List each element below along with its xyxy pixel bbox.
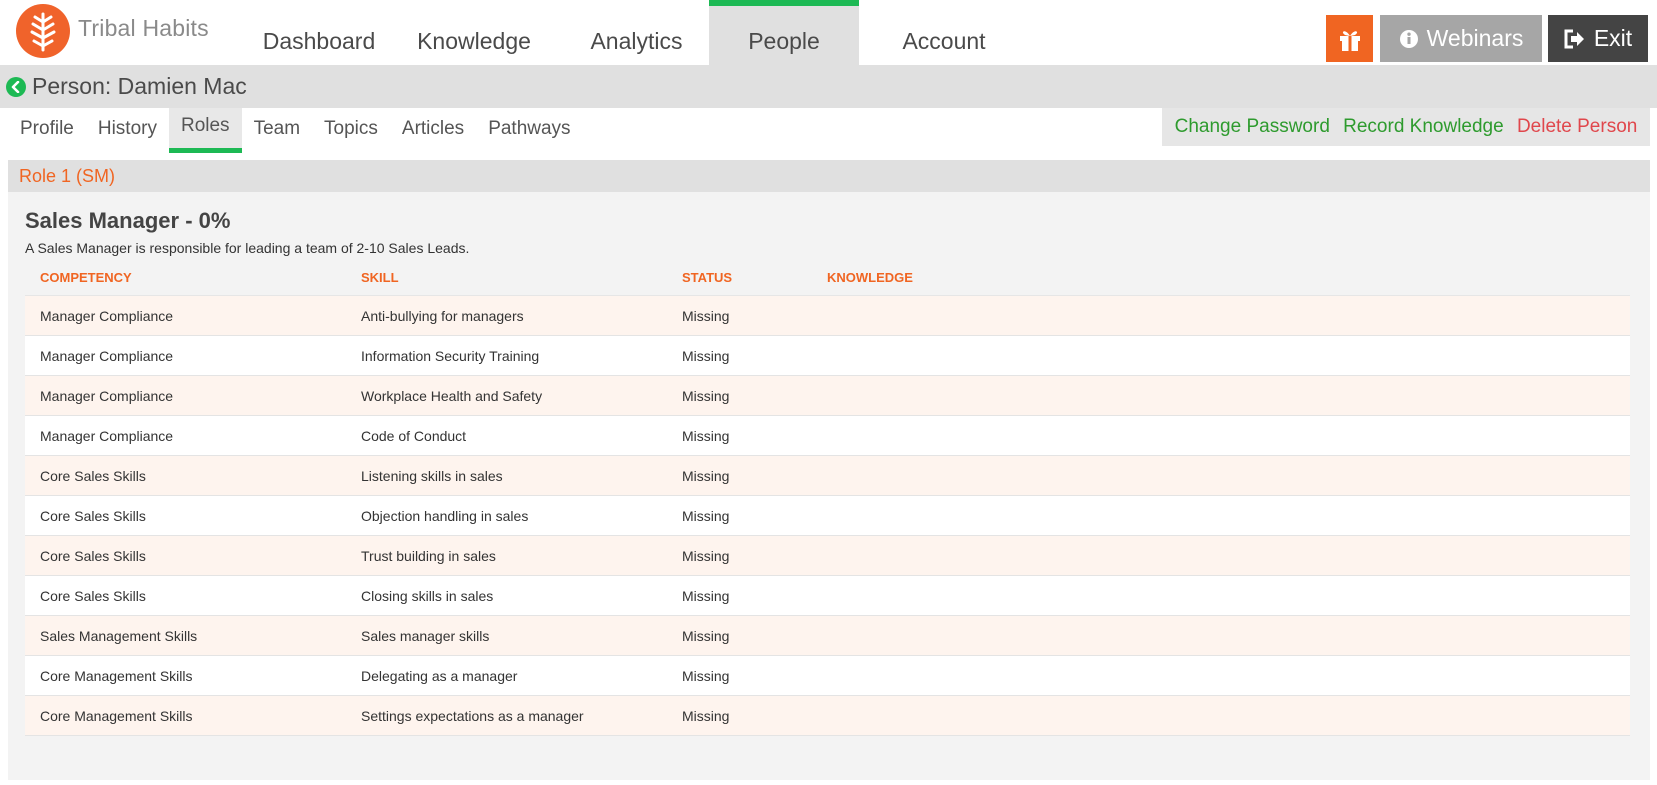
skill-cell: Settings expectations as a manager xyxy=(361,707,584,724)
skill-cell: Trust building in sales xyxy=(361,547,496,564)
table-row: Manager Compliance Workplace Health and S… xyxy=(25,376,1630,416)
column-header-skill: SKILL xyxy=(361,270,399,285)
exit-button[interactable]: Exit xyxy=(1548,15,1648,62)
skills-table: COMPETENCY SKILL STATUS KNOWLEDGE Manage… xyxy=(25,260,1630,736)
webinars-label: Webinars xyxy=(1426,25,1524,51)
nav-dashboard[interactable]: Dashboard xyxy=(254,0,384,65)
skill-cell: Code of Conduct xyxy=(361,427,467,444)
tab-roles[interactable]: Roles xyxy=(168,108,242,153)
role-description: A Sales Manager is responsible for leadi… xyxy=(25,240,470,256)
column-header-competency: COMPETENCY xyxy=(40,270,132,285)
leaf-logo-icon xyxy=(16,4,70,58)
table-row: Sales Management Skills Sales manager ski… xyxy=(25,616,1630,656)
skill-cell: Workplace Health and Safety xyxy=(361,387,543,404)
table-row: Core Sales Skills Objection handling in s… xyxy=(25,496,1630,536)
table-row: Core Sales Skills Trust building in sales… xyxy=(25,536,1630,576)
table-body: Manager Compliance Anti-bullying for mana… xyxy=(25,296,1630,736)
competency-cell: Core Sales Skills xyxy=(40,467,146,484)
sign-out-icon xyxy=(1564,29,1584,48)
tab-profile[interactable]: Profile xyxy=(8,108,86,153)
table-row: Manager Compliance Code of Conduct Missing xyxy=(25,416,1630,456)
status-cell: Missing xyxy=(682,307,730,324)
person-tabs: Profile History Roles Team Topics Articl… xyxy=(8,108,583,153)
status-cell: Missing xyxy=(682,667,730,684)
role-panel-title: Role 1 (SM) xyxy=(8,160,1650,192)
tab-topics[interactable]: Topics xyxy=(312,108,390,153)
status-cell: Missing xyxy=(682,547,730,564)
gift-button[interactable] xyxy=(1326,15,1373,62)
status-cell: Missing xyxy=(682,427,730,444)
status-cell: Missing xyxy=(682,347,730,364)
tab-pathways[interactable]: Pathways xyxy=(476,108,582,153)
competency-cell: Sales Management Skills xyxy=(40,627,198,644)
nav-knowledge[interactable]: Knowledge xyxy=(384,0,564,65)
competency-cell: Core Sales Skills xyxy=(40,507,146,524)
skill-cell: Anti-bullying for managers xyxy=(361,307,524,324)
nav-account[interactable]: Account xyxy=(859,0,1029,65)
delete-person-link[interactable]: Delete Person xyxy=(1517,116,1637,138)
top-bar: Tribal Habits Dashboard Knowledge Analyt… xyxy=(0,0,1657,65)
change-password-link[interactable]: Change Password xyxy=(1175,116,1330,138)
competency-cell: Core Management Skills xyxy=(40,707,193,724)
main-nav: Dashboard Knowledge Analytics People Acc… xyxy=(254,0,1029,65)
table-row: Manager Compliance Information Security T… xyxy=(25,336,1630,376)
skill-cell: Delegating as a manager xyxy=(361,667,518,684)
skill-cell: Sales manager skills xyxy=(361,627,490,644)
info-icon xyxy=(1399,29,1418,48)
table-row: Core Management Skills Settings expectati… xyxy=(25,696,1630,736)
competency-cell: Core Management Skills xyxy=(40,667,193,684)
gift-icon xyxy=(1339,30,1360,51)
competency-cell: Core Sales Skills xyxy=(40,547,146,564)
status-cell: Missing xyxy=(682,627,730,644)
role-title: Sales Manager - 0% xyxy=(25,208,231,233)
tab-history[interactable]: History xyxy=(86,108,169,153)
competency-cell: Manager Compliance xyxy=(40,307,174,324)
exit-label: Exit xyxy=(1593,25,1633,51)
tab-articles[interactable]: Articles xyxy=(390,108,476,153)
skill-cell: Information Security Training xyxy=(361,347,540,364)
status-cell: Missing xyxy=(682,507,730,524)
table-header: COMPETENCY SKILL STATUS KNOWLEDGE xyxy=(25,260,1630,296)
table-row: Core Management Skills Delegating as a ma… xyxy=(25,656,1630,696)
status-cell: Missing xyxy=(682,467,730,484)
column-header-status: STATUS xyxy=(682,270,733,285)
logo-text: Tribal Habits xyxy=(78,14,209,41)
skill-cell: Objection handling in sales xyxy=(361,507,529,524)
page-title: Person: Damien Mac xyxy=(32,73,247,99)
person-header: Person: Damien Mac xyxy=(0,65,1657,108)
competency-cell: Manager Compliance xyxy=(40,347,174,364)
webinars-button[interactable]: Webinars xyxy=(1380,15,1542,62)
competency-cell: Core Sales Skills xyxy=(40,587,146,604)
skill-cell: Closing skills in sales xyxy=(361,587,494,604)
table-row: Core Sales Skills Listening skills in sal… xyxy=(25,456,1630,496)
table-row: Core Sales Skills Closing skills in sales… xyxy=(25,576,1630,616)
back-arrow-icon[interactable] xyxy=(6,76,26,97)
nav-people[interactable]: People xyxy=(709,0,859,65)
status-cell: Missing xyxy=(682,587,730,604)
tab-team[interactable]: Team xyxy=(242,108,312,153)
nav-analytics[interactable]: Analytics xyxy=(564,0,709,65)
status-cell: Missing xyxy=(682,387,730,404)
column-header-knowledge: KNOWLEDGE xyxy=(827,270,913,285)
competency-cell: Manager Compliance xyxy=(40,387,174,404)
status-cell: Missing xyxy=(682,707,730,724)
role-panel: Role 1 (SM) Sales Manager - 0% A Sales M… xyxy=(8,160,1650,780)
skill-cell: Listening skills in sales xyxy=(361,467,503,484)
logo[interactable]: Tribal Habits xyxy=(16,4,209,58)
competency-cell: Manager Compliance xyxy=(40,427,174,444)
person-actions: Change Password Record Knowledge Delete … xyxy=(1162,108,1650,146)
table-row: Manager Compliance Anti-bullying for mana… xyxy=(25,296,1630,336)
record-knowledge-link[interactable]: Record Knowledge xyxy=(1343,116,1504,138)
